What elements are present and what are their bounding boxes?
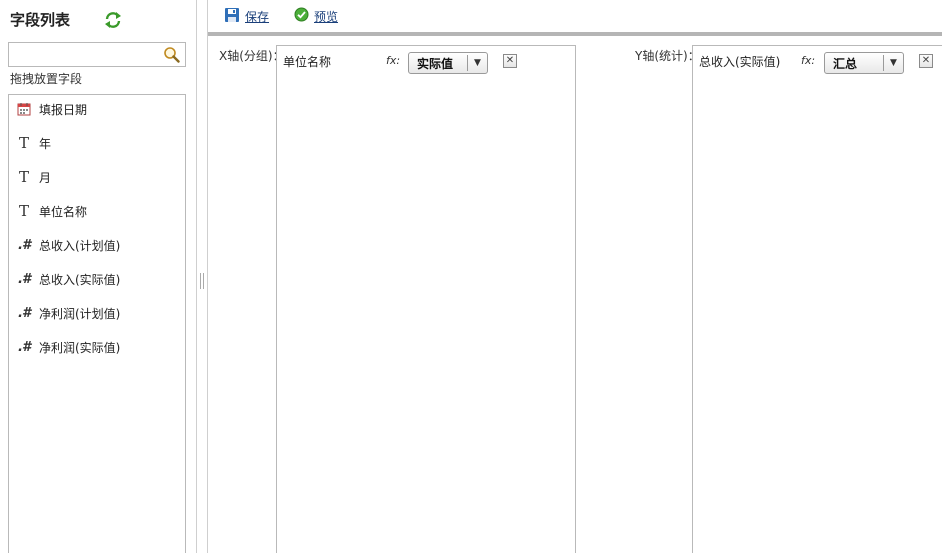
field-search-box <box>8 42 186 67</box>
x-axis-fx-label: fx: <box>386 54 401 67</box>
text-type-icon: T <box>18 134 29 152</box>
y-axis-mode-select[interactable]: 汇总 ▼ <box>824 52 904 74</box>
field-panel: 字段列表 拖拽放置字段 填报日期 T 年 T 月 T 单位名称 .# 总收入(计… <box>0 0 196 553</box>
field-label: 年 <box>39 136 52 151</box>
x-axis-mode-value: 实际值 <box>417 56 454 71</box>
panel-splitter[interactable] <box>196 0 208 553</box>
preview-label: 预览 <box>314 9 339 24</box>
field-label: 单位名称 <box>39 204 88 219</box>
x-axis-remove-field-close-icon[interactable]: ✕ <box>503 54 517 68</box>
check-circle-icon <box>294 7 309 25</box>
field-label: 总收入(计划值) <box>39 238 121 253</box>
preview-button[interactable]: 预览 <box>294 7 338 25</box>
toolbar: 保存 预览 <box>208 0 942 36</box>
y-axis-dropzone[interactable]: 总收入(实际值) fx: 汇总 ▼ ✕ <box>692 45 942 553</box>
field-list: 填报日期 T 年 T 月 T 单位名称 .# 总收入(计划值) .# 总收入(实… <box>8 94 186 553</box>
y-axis-label: Y轴(统计)： <box>635 49 700 63</box>
chevron-down-icon: ▼ <box>883 55 903 71</box>
field-item-revenue-plan[interactable]: .# 总收入(计划值) <box>9 231 185 259</box>
save-label: 保存 <box>245 10 270 24</box>
field-search-input[interactable] <box>9 43 157 66</box>
y-axis-fx-label: fx: <box>801 54 816 67</box>
number-type-icon: .# <box>18 339 31 355</box>
x-axis-field-name: 单位名称 <box>283 55 332 69</box>
search-icon[interactable] <box>163 46 180 63</box>
field-item-unit-name[interactable]: T 单位名称 <box>9 197 185 225</box>
save-button[interactable]: 保存 <box>224 7 269 26</box>
refresh-icon[interactable] <box>103 11 123 29</box>
field-label: 月 <box>39 170 52 185</box>
x-axis-dropzone[interactable]: 单位名称 fx: 实际值 ▼ ✕ <box>276 45 576 553</box>
x-axis-label: X轴(分组)： <box>219 49 285 63</box>
field-item-revenue-actual[interactable]: .# 总收入(实际值) <box>9 265 185 293</box>
field-label: 总收入(实际值) <box>39 272 121 287</box>
field-label: 填报日期 <box>39 102 88 117</box>
field-item-month[interactable]: T 月 <box>9 163 185 191</box>
field-item-profit-plan[interactable]: .# 净利润(计划值) <box>9 299 185 327</box>
y-axis-field-name: 总收入(实际值) <box>699 55 781 69</box>
field-item-profit-actual[interactable]: .# 净利润(实际值) <box>9 333 185 361</box>
field-panel-title: 字段列表 <box>10 11 71 29</box>
y-axis-mode-value: 汇总 <box>833 56 858 71</box>
calendar-icon <box>9 102 39 116</box>
x-axis-mode-select[interactable]: 实际值 ▼ <box>408 52 488 74</box>
field-item-year[interactable]: T 年 <box>9 129 185 157</box>
splitter-grip-icon <box>200 273 204 289</box>
field-label: 净利润(计划值) <box>39 306 121 321</box>
text-type-icon: T <box>18 168 29 186</box>
field-label: 净利润(实际值) <box>39 340 121 355</box>
y-axis-remove-field-close-icon[interactable]: ✕ <box>919 54 933 68</box>
app-root: 字段列表 拖拽放置字段 填报日期 T 年 T 月 T 单位名称 .# 总收入(计… <box>0 0 942 553</box>
number-type-icon: .# <box>18 271 31 287</box>
text-type-icon: T <box>18 202 29 220</box>
chevron-down-icon: ▼ <box>467 55 487 71</box>
save-icon <box>224 7 240 26</box>
field-item-fill-date[interactable]: 填报日期 <box>9 95 185 123</box>
number-type-icon: .# <box>18 305 31 321</box>
drag-hint: 拖拽放置字段 <box>10 72 83 86</box>
number-type-icon: .# <box>18 237 31 253</box>
